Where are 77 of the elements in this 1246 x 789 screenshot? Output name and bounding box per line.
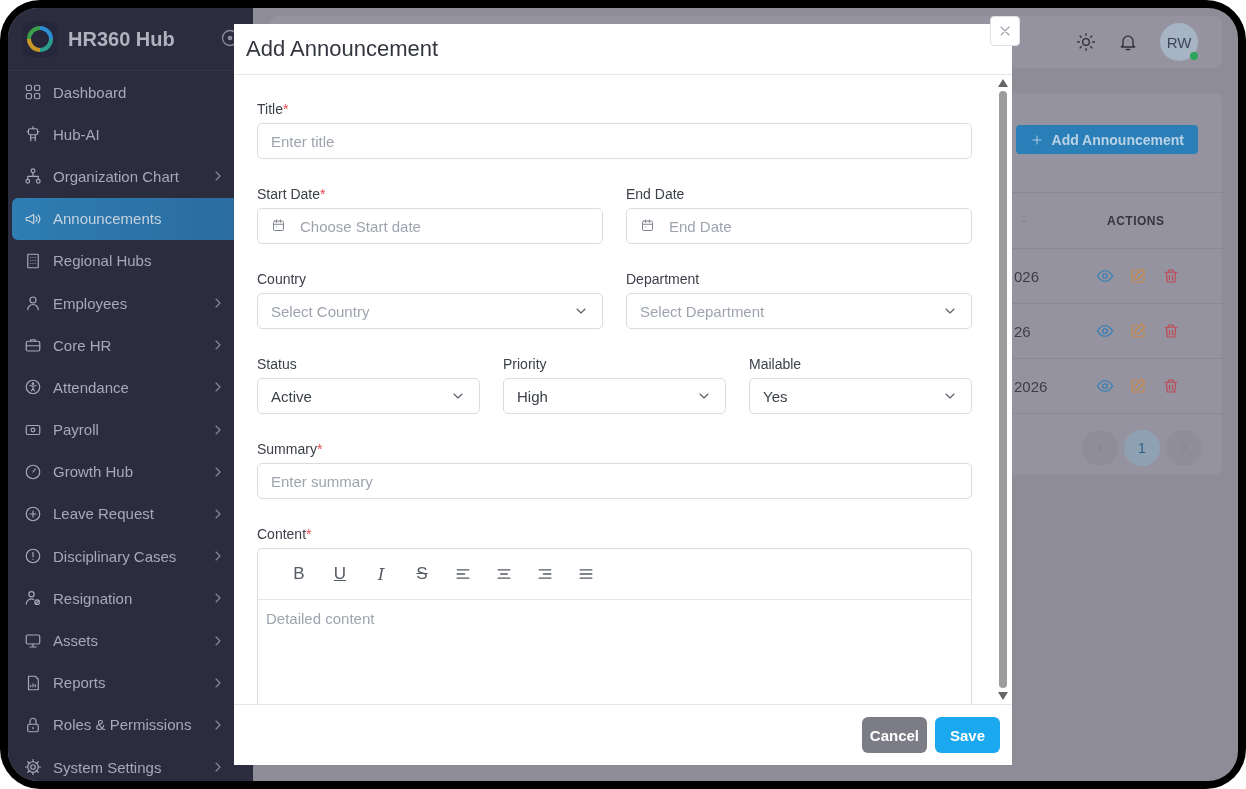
person-blocked-icon	[24, 589, 42, 608]
sidebar-item[interactable]: Hub-AI	[12, 113, 253, 156]
calendar-icon	[271, 218, 286, 233]
gauge-icon	[24, 462, 42, 481]
sidebar-item[interactable]: Leave Request	[12, 492, 253, 536]
sidebar-item[interactable]: Organization Chart	[12, 155, 253, 198]
eye-icon	[1096, 322, 1114, 340]
scrollbar[interactable]	[997, 79, 1008, 700]
sun-icon	[1076, 32, 1096, 52]
date-field[interactable]: Choose Start date	[257, 208, 603, 244]
lock-icon	[24, 715, 42, 734]
sidebar-item[interactable]: System Settings	[12, 746, 253, 781]
table-cell-text: 026	[1013, 267, 1040, 285]
text-field[interactable]: Enter title	[257, 123, 972, 159]
trash-icon	[1162, 267, 1180, 285]
trash-icon	[1162, 377, 1180, 395]
briefcase-icon	[24, 336, 42, 355]
scroll-down-icon[interactable]	[997, 692, 1008, 700]
cancel-button[interactable]: Cancel	[861, 717, 927, 753]
close-button[interactable]	[990, 16, 1020, 46]
sidebar-item[interactable]: Regional Hubs	[12, 239, 253, 282]
field-label: Department	[626, 271, 700, 288]
bold-button[interactable]: B	[288, 564, 310, 584]
edit-icon	[1129, 267, 1147, 285]
table-cell-text: 2026	[1013, 377, 1048, 395]
trash-icon	[1162, 322, 1180, 340]
text-field[interactable]: Enter summary	[257, 463, 972, 499]
scroll-up-icon[interactable]	[997, 79, 1008, 87]
field-label: Status	[257, 356, 297, 373]
building-icon	[24, 251, 42, 270]
eye-icon	[1096, 267, 1114, 285]
field-label: Mailable	[749, 356, 802, 373]
field-label: End Date	[626, 186, 685, 203]
select-field[interactable]: High	[503, 378, 726, 414]
edit-icon	[1129, 377, 1147, 395]
strikethrough-button[interactable]: S	[411, 564, 433, 584]
field-label: Priority	[503, 356, 547, 373]
sidebar-item[interactable]: Growth Hub	[12, 450, 253, 493]
table-cell-text: 26	[1013, 322, 1031, 340]
field-label: Summary*	[257, 441, 323, 458]
plus-circle-icon	[24, 504, 42, 523]
monitor-icon	[24, 631, 42, 650]
sidebar-item[interactable]: Dashboard	[12, 71, 253, 114]
column-header: ACTIONS	[1106, 213, 1165, 228]
italic-button[interactable]: I	[370, 564, 392, 584]
sidebar-item[interactable]: Reports	[12, 661, 253, 704]
sidebar-item[interactable]: Core HR	[12, 324, 253, 367]
edit-icon	[1129, 322, 1147, 340]
plus-icon	[1029, 132, 1044, 147]
brand-name: HR360 Hub	[68, 27, 175, 51]
eye-icon	[1096, 377, 1114, 395]
gear-icon	[24, 758, 42, 777]
underline-button[interactable]: U	[329, 564, 351, 584]
field-label: Title*	[257, 101, 289, 118]
field-label: Content*	[257, 526, 312, 543]
robot-icon	[24, 125, 42, 144]
sidebar-item[interactable]: Disciplinary Cases	[12, 535, 253, 578]
field-label: Country	[257, 271, 307, 288]
sidebar-item[interactable]: Employees	[12, 281, 253, 325]
sidebar-item[interactable]: Roles & Permissions	[12, 703, 253, 746]
person-icon	[24, 294, 42, 313]
accessibility-icon	[24, 378, 42, 397]
calendar-icon	[640, 218, 655, 233]
logo-icon	[22, 21, 58, 57]
grid-icon	[24, 83, 42, 102]
alert-icon	[24, 547, 42, 566]
sidebar-item[interactable]: Attendance	[12, 366, 253, 409]
select-field[interactable]: Yes	[749, 378, 972, 414]
field-label: Start Date*	[257, 186, 326, 203]
dialog-title: Add Announcement	[246, 36, 439, 62]
select-field[interactable]: Active	[257, 378, 480, 414]
sidebar-item[interactable]: Payroll	[12, 408, 253, 451]
date-field[interactable]: End Date	[626, 208, 972, 244]
sidebar-item[interactable]: Assets	[12, 619, 253, 662]
network-icon	[24, 167, 42, 186]
user-avatar[interactable]: RW	[1160, 23, 1198, 61]
sidebar-item[interactable]: Resignation	[12, 577, 253, 620]
